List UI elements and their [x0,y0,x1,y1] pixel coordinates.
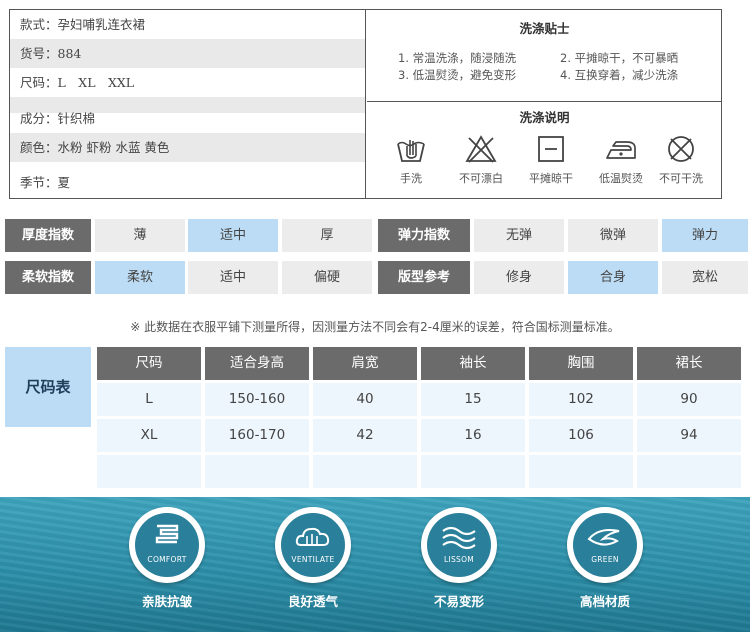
info-item-no: 货号：884 [10,39,365,68]
wash-icon-low-iron: 低温熨烫 [591,134,651,186]
grade-softness-option: 适中 [188,261,278,294]
feature-lissom: LISSOM 不易变形 [416,507,502,610]
feature-ventilate-caption: VENTILATE [291,555,335,564]
size-table-cell: 102 [529,383,633,416]
wash-icon-no-bleach: 不可漂白 [451,134,511,186]
feature-comfort-name: 亲肤抗皱 [141,594,192,609]
size-table-header: 尺码 [97,347,201,380]
size-table-cell: 16 [421,419,525,452]
grade-elasticity-option-selected: 弹力 [662,219,748,252]
grade-thickness-option: 薄 [95,219,185,252]
size-table-cell [97,455,201,488]
feature-green-name: 高档材质 [579,594,630,609]
feature-green: GREEN 高档材质 [562,507,648,610]
size-table-cell: L [97,383,201,416]
feature-comfort: COMFORT 亲肤抗皱 [124,507,210,610]
size-table-cell: 90 [637,383,741,416]
feature-lissom-name: 不易变形 [433,594,484,609]
grade-fit-label: 版型参考 [378,261,470,294]
size-table-cell [421,455,525,488]
flat-dry-icon [538,136,564,162]
size-table-header: 袖长 [421,347,525,380]
wash-icon-no-dry-clean-label: 不可干洗 [659,172,703,185]
size-table-header: 肩宽 [313,347,417,380]
feature-band: COMFORT 亲肤抗皱 VENTILATE 良好透气 LISSOM 不易变形 … [0,497,750,632]
info-sizes: 尺码：L XL XXL [20,75,135,90]
wash-icon-low-iron-label: 低温熨烫 [599,172,643,185]
wash-tip-1: 1. 常温洗涤，随浸随洗 [398,51,517,65]
grade-fit-option-selected: 合身 [568,261,658,294]
grade-thickness-label: 厚度指数 [5,219,91,252]
wash-icon-no-bleach-label: 不可漂白 [459,172,503,185]
grade-fit-option: 宽松 [662,261,748,294]
hand-wash-icon [397,140,425,162]
wash-tip-2: 2. 平摊晾干，不可暴晒 [560,51,679,65]
no-dry-clean-icon [668,136,694,162]
grade-thickness-option: 厚 [282,219,372,252]
size-table-cell: 160-170 [205,419,309,452]
size-table-cell: 42 [313,419,417,452]
product-info: 款式：孕妇哺乳连衣裙 货号：884 尺码：L XL XXL 成分：针织棉 颜色：… [10,10,366,198]
info-material: 成分：针织棉 [20,111,96,126]
size-table-cell: 15 [421,383,525,416]
feature-comfort-caption: COMFORT [147,555,187,564]
wash-icon-no-dry-clean: 不可干洗 [651,134,711,186]
info-season: 季节：夏 [20,175,71,190]
size-table-cell: 106 [529,419,633,452]
grade-softness-option-selected: 柔软 [95,261,185,294]
grade-thickness-option-selected: 适中 [188,219,278,252]
feature-ventilate-name: 良好透气 [287,594,338,609]
ventilate-icon [295,527,330,546]
size-table-label: 尺码表 [5,347,91,427]
grade-elasticity-option: 微弹 [568,219,658,252]
lissom-icon [442,526,476,550]
size-table-cell [313,455,417,488]
wash-icon-hand-label: 手洗 [400,172,422,185]
feature-ventilate: VENTILATE 良好透气 [270,507,356,610]
wash-icon-flat-dry: 平摊晾干 [521,134,581,186]
grade-softness-option: 偏硬 [282,261,372,294]
wash-tip-4: 4. 互换穿着，减少洗涤 [560,68,679,82]
grade-softness-label: 柔软指数 [5,261,91,294]
grade-elasticity-option: 无弹 [474,219,564,252]
feature-green-caption: GREEN [591,555,619,564]
feature-lissom-caption: LISSOM [443,555,475,564]
comfort-icon [155,524,179,544]
size-table-header: 胸围 [529,347,633,380]
size-table-cell [205,455,309,488]
low-iron-icon [606,141,636,159]
wash-panel: 洗涤贴士 1. 常温洗涤，随浸随洗 2. 平摊晾干，不可暴晒 3. 低温熨烫，避… [367,10,722,198]
size-table-cell [637,455,741,488]
no-bleach-icon [465,135,497,163]
green-icon [587,529,620,546]
wash-tip-3: 3. 低温熨烫，避免变形 [398,68,517,82]
size-table-cell: 150-160 [205,383,309,416]
size-table-cell [529,455,633,488]
size-table-header: 适合身高 [205,347,309,380]
grade-elasticity-label: 弹力指数 [378,219,470,252]
size-table-header: 裙长 [637,347,741,380]
measurement-note: ※ 此数据在衣服平铺下测量所得，因测量方法不同会有2-4厘米的误差，符合国标测量… [130,320,620,334]
wash-icon-flat-dry-label: 平摊晾干 [529,172,573,185]
product-info-box: 款式：孕妇哺乳连衣裙 货号：884 尺码：L XL XXL 成分：针织棉 颜色：… [9,9,722,199]
wash-icon-hand: 手洗 [381,134,441,186]
size-table-cell: XL [97,419,201,452]
grade-fit-option: 修身 [474,261,564,294]
wash-tips-title: 洗涤贴士 [519,21,570,36]
wash-instructions-title: 洗涤说明 [519,110,570,125]
info-style: 款式：孕妇哺乳连衣裙 [20,17,146,32]
size-table-cell: 94 [637,419,741,452]
info-colors: 颜色：水粉 虾粉 水蓝 黄色 [10,133,365,162]
size-table-cell: 40 [313,383,417,416]
